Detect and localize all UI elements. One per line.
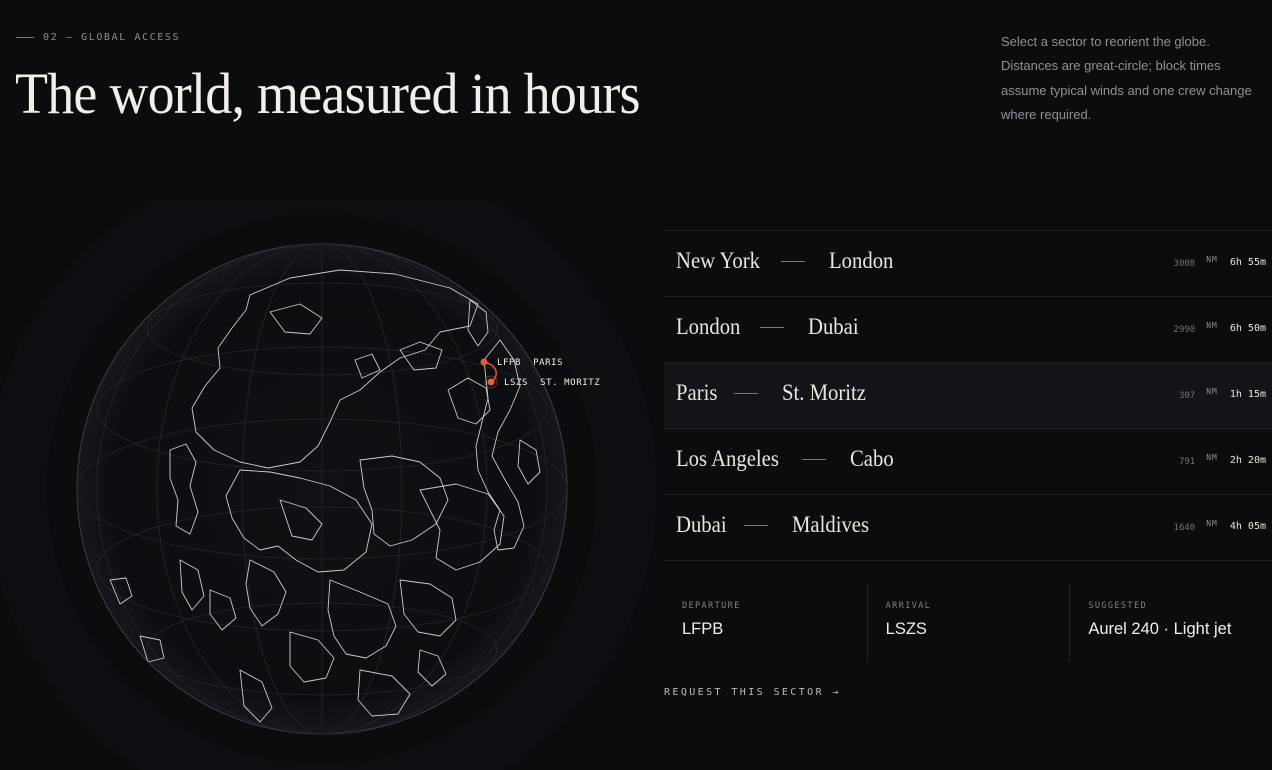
route-distance-unit: NM: [1206, 519, 1218, 528]
route-stats: 3008 NM 6h 55m: [1173, 255, 1266, 269]
route-row-london-dubai[interactable]: London Dubai 2990 NM 6h 50m: [664, 297, 1272, 363]
departure-cell: DEPARTURE LFPB: [664, 584, 867, 662]
departure-label: DEPARTURE: [682, 601, 741, 611]
eyebrow-rule: [16, 36, 34, 38]
route-pair: London Dubai: [676, 314, 864, 340]
route-to: Dubai: [807, 314, 859, 339]
page-title: The world, measured in hours: [15, 61, 641, 126]
route-pair: New York London: [676, 248, 901, 274]
route-time: 1h 15m: [1229, 389, 1266, 400]
route-time: 4h 05m: [1229, 521, 1266, 532]
route-row-los-angeles-cabo[interactable]: Los Angeles Cabo 791 NM 2h 20m: [664, 429, 1272, 495]
request-sector-link[interactable]: REQUEST THIS SECTOR →: [664, 687, 841, 698]
route-from: New York: [676, 248, 760, 273]
globe-svg: LFPB PARIS LSZS ST. MORITZ: [0, 200, 657, 770]
pin-lszs[interactable]: [487, 378, 495, 386]
pin-lfpb[interactable]: [480, 358, 488, 366]
route-pair: Los Angeles Cabo: [676, 446, 899, 472]
route-row-paris-st-moritz[interactable]: Paris St. Moritz 307 NM 1h 15m: [664, 363, 1272, 429]
pin-lszs-label: LSZS ST. MORITZ: [504, 378, 600, 388]
suggested-cell: SUGGESTED Aurel 240 · Light jet: [1069, 584, 1272, 662]
route-time: 6h 50m: [1229, 323, 1266, 334]
suggested-value: Aurel 240 · Light jet: [1088, 620, 1232, 638]
route-to: St. Moritz: [782, 380, 866, 405]
route-dash: [734, 392, 758, 394]
route-dash: [759, 326, 784, 328]
route-distance: 3008: [1173, 259, 1196, 269]
arrival-value: LSZS: [885, 620, 927, 638]
route-row-dubai-maldives[interactable]: Dubai Maldives 1640 NM 4h 05m: [664, 495, 1272, 561]
intro-text: Select a sector to reorient the globe. D…: [1001, 34, 1252, 122]
route-distance-unit: NM: [1206, 321, 1218, 330]
route-from: Los Angeles: [676, 446, 779, 471]
globe[interactable]: LFPB PARIS LSZS ST. MORITZ: [0, 200, 660, 770]
route-pair: Dubai Maldives: [676, 512, 878, 538]
route-distance: 307: [1178, 391, 1196, 401]
route-to: London: [829, 248, 894, 273]
route-dash: [802, 458, 827, 460]
route-time: 2h 20m: [1229, 455, 1266, 466]
route-stats: 2990 NM 6h 50m: [1173, 321, 1266, 335]
route-distance: 791: [1178, 457, 1196, 467]
route-stats: 1640 NM 4h 05m: [1173, 519, 1266, 533]
route-distance: 1640: [1173, 523, 1196, 533]
route-dash: [744, 524, 769, 526]
section-eyebrow: 02 — GLOBAL ACCESS: [16, 30, 180, 44]
sector-summary: DEPARTURE LFPB ARRIVAL LSZS SUGGESTED Au…: [664, 584, 1272, 662]
route-distance: 2990: [1173, 325, 1196, 335]
route-stats: 791 NM 2h 20m: [1178, 453, 1266, 467]
route-time: 6h 55m: [1229, 257, 1266, 268]
route-to: Maldives: [792, 512, 870, 537]
route-from: London: [676, 314, 741, 339]
arrival-label: ARRIVAL: [885, 601, 932, 611]
route-from: Paris: [676, 380, 718, 405]
route-distance-unit: NM: [1206, 255, 1218, 264]
route-from: Dubai: [676, 512, 727, 537]
route-list: New York London 3008 NM 6h 55m London Du…: [664, 230, 1272, 561]
route-stats: 307 NM 1h 15m: [1178, 387, 1266, 401]
departure-value: LFPB: [682, 620, 724, 638]
route-row-new-york-london[interactable]: New York London 3008 NM 6h 55m: [664, 231, 1272, 297]
route-pair: Paris St. Moritz: [676, 380, 875, 406]
route-distance-unit: NM: [1206, 453, 1218, 462]
route-dash: [781, 260, 806, 262]
arrival-cell: ARRIVAL LSZS: [866, 584, 1070, 662]
route-distance-unit: NM: [1206, 387, 1218, 396]
eyebrow-text: 02 — GLOBAL ACCESS: [43, 31, 181, 43]
suggested-label: SUGGESTED: [1088, 601, 1147, 611]
route-to: Cabo: [850, 446, 895, 471]
